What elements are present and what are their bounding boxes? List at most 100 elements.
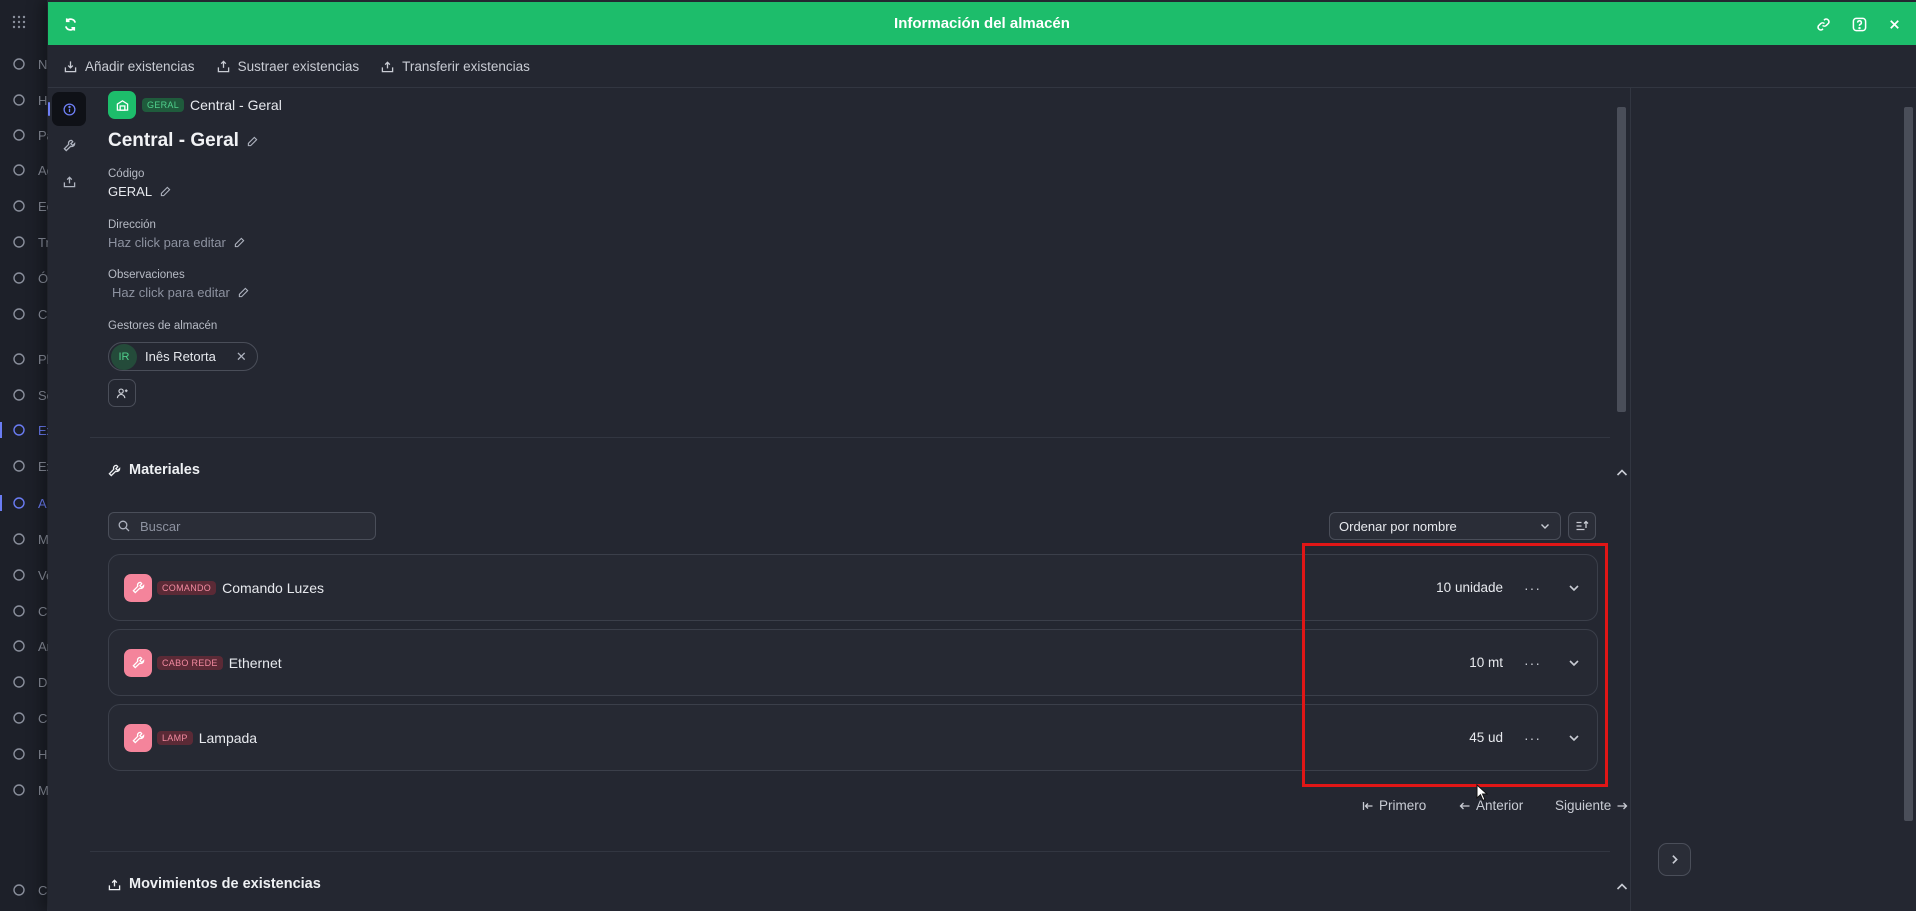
wrench-icon <box>13 533 25 545</box>
sidebar-item[interactable]: An <box>0 634 54 658</box>
sidebar-item[interactable]: Ca <box>0 302 55 326</box>
edit-pencil-icon[interactable] <box>238 287 249 298</box>
cart-icon <box>13 605 25 617</box>
sidebar-item[interactable]: He <box>0 742 55 766</box>
sidebar-item[interactable]: Ec <box>0 194 53 218</box>
transfer-stock-button[interactable]: Transferir existencias <box>381 59 530 74</box>
warehouse-info-drawer: Información del almacén Añadir existenci… <box>48 0 1916 911</box>
sidebar-item[interactable]: Pa <box>0 123 54 147</box>
chevron-down-icon[interactable] <box>1567 581 1581 595</box>
close-icon[interactable] <box>1884 14 1904 34</box>
sidebar-item[interactable]: Co <box>0 878 55 902</box>
wrench-icon <box>131 731 144 744</box>
rail-materials-button[interactable] <box>52 128 86 162</box>
chevron-down-icon[interactable] <box>1567 656 1581 670</box>
address-label: Dirección <box>108 219 156 231</box>
sidebar-item[interactable]: M <box>0 527 49 551</box>
sidebar-item[interactable]: Ac <box>0 158 53 182</box>
sort-select[interactable]: Ordenar por nombre <box>1329 512 1561 540</box>
calendar-icon <box>13 308 25 320</box>
add-stock-button[interactable]: Añadir existencias <box>64 59 195 74</box>
stock-out-icon <box>217 60 229 73</box>
rail-info-button[interactable] <box>48 92 86 126</box>
wrench-icon <box>131 656 144 669</box>
expand-panel-button[interactable] <box>1658 843 1691 876</box>
chevron-right-icon <box>1672 855 1678 864</box>
sort-direction-button[interactable] <box>1568 512 1596 540</box>
list-item[interactable]: CABO REDE Ethernet 10 mt ··· <box>108 629 1598 696</box>
sidebar-item[interactable]: Tr <box>0 230 50 254</box>
drawer-section-rail <box>48 92 88 200</box>
more-options-icon[interactable]: ··· <box>1524 580 1541 596</box>
sidebar-item[interactable]: Ex <box>0 418 53 442</box>
edit-pencil-icon[interactable] <box>234 237 245 248</box>
add-user-icon <box>116 387 128 398</box>
refresh-icon[interactable] <box>60 14 80 34</box>
link-icon[interactable] <box>1813 14 1833 34</box>
sidebar-item[interactable]: Do <box>0 670 55 694</box>
remove-manager-icon[interactable]: ✕ <box>236 349 247 365</box>
chevron-down-icon[interactable] <box>1567 731 1581 745</box>
warehouse-header-name: Central - Geral <box>190 97 282 113</box>
sidebar-item[interactable]: Pl <box>0 347 50 371</box>
subtract-stock-button[interactable]: Sustraer existencias <box>217 59 360 74</box>
drawer-scrollbar[interactable] <box>1904 107 1913 821</box>
notes-field[interactable]: Haz click para editar <box>112 285 249 300</box>
sidebar-item[interactable]: Co <box>0 599 55 623</box>
manager-name: Inês Retorta <box>145 349 216 364</box>
divider <box>90 851 1610 852</box>
first-page-icon <box>1362 801 1373 810</box>
gear-icon <box>13 884 25 896</box>
chevron-up-icon[interactable] <box>1613 464 1631 482</box>
pagination-first-button[interactable]: Primero <box>1362 798 1426 813</box>
info-icon <box>62 102 76 116</box>
help-circle-icon <box>13 94 25 106</box>
mouse-cursor-icon <box>1476 784 1488 801</box>
pagination-next-button[interactable]: Siguiente <box>1555 798 1628 813</box>
stock-movements-icon <box>108 878 121 890</box>
code-field[interactable]: GERAL <box>108 184 171 199</box>
material-tag: LAMP <box>157 730 193 745</box>
search-input[interactable] <box>140 518 360 534</box>
avatar: IR <box>111 343 137 370</box>
pane-divider <box>1630 88 1631 911</box>
sidebar-item[interactable]: Co <box>0 706 55 730</box>
edit-pencil-icon[interactable] <box>160 186 171 197</box>
drawer-titlebar: Información del almacén <box>48 2 1916 45</box>
sidebar-item-label: Ó <box>38 270 49 286</box>
arrow-right-icon <box>1617 802 1628 809</box>
material-search[interactable] <box>108 512 376 540</box>
sidebar-item[interactable]: Ó <box>0 266 48 290</box>
add-manager-button[interactable] <box>108 379 136 407</box>
sidebar-item[interactable]: Ne <box>0 52 55 76</box>
sidebar-item[interactable]: Ve <box>0 563 53 587</box>
materials-section-header[interactable]: Materiales <box>108 462 200 478</box>
content-scrollbar[interactable] <box>1617 107 1626 412</box>
list-item[interactable]: COMANDO Comando Luzes 10 unidade ··· <box>108 554 1598 621</box>
edit-pencil-icon[interactable] <box>247 136 258 147</box>
pagination-first-label: Primero <box>1379 798 1427 813</box>
material-icon <box>124 648 152 677</box>
sidebar-item[interactable]: He <box>0 88 55 112</box>
chevron-up-icon[interactable] <box>1613 878 1631 896</box>
pagination-previous-button[interactable]: Anterior <box>1459 798 1523 813</box>
material-icon <box>124 573 152 602</box>
more-options-icon[interactable]: ··· <box>1524 730 1541 746</box>
sidebar-item[interactable]: M <box>0 778 49 802</box>
wrench-icon <box>108 464 121 477</box>
movements-section-header[interactable]: Movimientos de existencias <box>108 876 321 892</box>
rail-movements-button[interactable] <box>52 164 86 198</box>
sidebar-item[interactable]: Sc <box>0 383 53 407</box>
list-item[interactable]: LAMP Lampada 45 ud ··· <box>108 704 1598 771</box>
help-icon[interactable] <box>1849 14 1869 34</box>
drawer-title: Información del almacén <box>894 15 1070 32</box>
manager-chip[interactable]: IR Inês Retorta ✕ <box>108 342 258 371</box>
apps-grid-icon[interactable] <box>0 10 48 34</box>
sidebar-item[interactable]: A <box>0 491 48 515</box>
address-field[interactable]: Haz click para editar <box>108 235 245 250</box>
more-options-icon[interactable]: ··· <box>1524 655 1541 671</box>
subtract-stock-label: Sustraer existencias <box>237 59 360 74</box>
material-tag: CABO REDE <box>157 655 223 670</box>
warehouse-title[interactable]: Central - Geral <box>108 130 258 152</box>
sidebar-item[interactable]: Ex <box>0 454 53 478</box>
